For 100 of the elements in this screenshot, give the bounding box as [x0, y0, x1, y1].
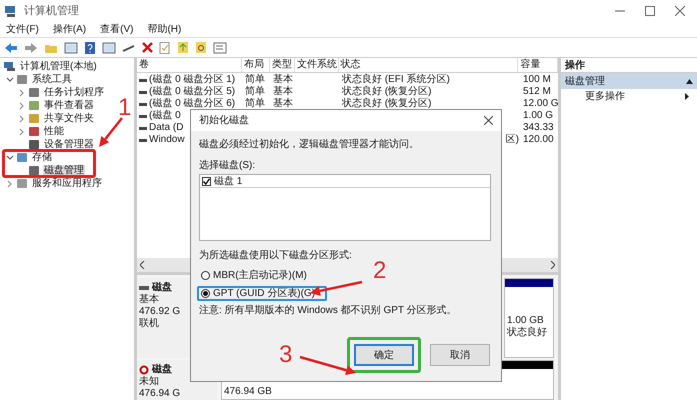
disk-warning-icon [139, 365, 149, 375]
table-cell-text: 基本 [273, 86, 293, 98]
table-cell: 基本 [273, 98, 293, 110]
window-title: 计算机管理 [24, 4, 79, 19]
chevron-right-icon[interactable] [18, 102, 26, 110]
actions-section[interactable]: 磁盘管理 [561, 73, 697, 89]
column-header[interactable]: 状态 [338, 58, 518, 72]
column-header[interactable]: 布局 [242, 58, 270, 72]
folder-search-icon[interactable] [195, 41, 207, 54]
tree-item[interactable]: 共享文件夹 [43, 112, 95, 124]
chevron-right-icon[interactable] [18, 128, 26, 136]
dialog-button[interactable]: 确定 [354, 344, 414, 366]
menu-item[interactable]: 查看(V) [100, 24, 134, 36]
volume-icon [139, 102, 147, 106]
volume-icon [139, 138, 147, 142]
tree-node-icon [28, 113, 40, 124]
table-cell: 100 M [523, 74, 551, 86]
volume-icon [139, 114, 147, 118]
properties-icon[interactable] [213, 42, 227, 54]
forward-arrow-icon[interactable] [24, 42, 38, 54]
table-cell: 简单 [245, 98, 265, 110]
check-icon [203, 178, 210, 184]
partition-status: 状态良好 [507, 327, 547, 339]
tree-item[interactable]: 设备管理器 [43, 138, 95, 150]
disk-size: 476.94 G [139, 388, 180, 400]
pane-icon[interactable] [102, 42, 116, 54]
close-icon[interactable] [484, 116, 493, 125]
step-number: 2 [373, 258, 386, 284]
table-cell: (磁盘 0 磁盘分区 5) [149, 86, 236, 98]
menu-item[interactable]: 文件(F) [6, 24, 39, 36]
scroll-right-icon[interactable] [550, 261, 555, 269]
tree-node-icon [28, 139, 40, 150]
submenu-arrow-icon [685, 92, 689, 100]
menu-item[interactable]: 帮助(H) [147, 24, 182, 36]
radio-button[interactable] [201, 289, 210, 298]
tree-item[interactable]: 计算机管理(本地) [19, 60, 98, 72]
disk-list-item[interactable]: 磁盘 1 [214, 174, 242, 188]
tree-item[interactable]: 性能 [43, 126, 65, 138]
dialog-title: 初始化磁盘 [199, 114, 249, 128]
table-cell: 512 M [523, 86, 551, 98]
pane-icon[interactable] [64, 42, 78, 54]
select-disk-label: 选择磁盘(S): [199, 160, 256, 172]
tree-node-icon [16, 178, 28, 189]
maximize-icon[interactable] [645, 6, 655, 16]
tree-item[interactable]: 存储 [31, 152, 53, 164]
column-header[interactable]: 卷 [137, 58, 242, 72]
volume-icon [139, 78, 147, 82]
dialog-button[interactable]: 取消 [430, 344, 490, 366]
radio-label[interactable]: MBR(主启动记录)(M) [213, 268, 307, 283]
menu-item[interactable]: 操作(A) [52, 24, 86, 36]
computer-icon [4, 4, 18, 18]
table-cell-text: 简单 [245, 86, 265, 98]
table-cell: 343.33 [523, 122, 554, 134]
chevron-down-icon[interactable] [6, 76, 14, 84]
tree-item[interactable]: 服务和应用程序 [31, 178, 103, 190]
table-cell-text: 状态良好 (EFI 系统分区) [342, 74, 450, 86]
computer-icon [4, 61, 16, 72]
close-icon[interactable] [675, 6, 685, 16]
step-number: 1 [118, 95, 132, 121]
volume-icon [139, 90, 147, 94]
table-cell: 区) [506, 134, 519, 146]
checkbox[interactable] [202, 176, 211, 186]
radio-button[interactable] [201, 271, 210, 280]
partition-size: 476.94 GB [224, 387, 272, 397]
disk-status: 联机 [139, 318, 159, 330]
help-icon[interactable] [84, 42, 96, 54]
tree-node-icon [28, 165, 40, 176]
chevron-right-icon[interactable] [6, 180, 14, 188]
column-header[interactable]: 类型 [270, 58, 295, 72]
table-cell: 120.00 [523, 134, 554, 146]
chevron-right-icon[interactable] [18, 88, 26, 96]
action-item[interactable]: 更多操作 [561, 89, 697, 103]
dialog-note: 注意: 所有早期版本的 Windows 都不识别 GPT 分区形式。 [199, 305, 458, 317]
tree-item[interactable]: 系统工具 [31, 74, 73, 86]
step-number: 3 [279, 342, 292, 368]
table-cell: Window [149, 134, 185, 146]
tree-item[interactable]: 任务计划程序 [43, 86, 105, 98]
table-cell-text: 基本 [273, 74, 293, 86]
chevron-down-icon[interactable] [6, 154, 14, 162]
tree-node-icon [16, 152, 28, 163]
column-header[interactable]: 文件系统 [294, 58, 339, 72]
chevron-right-icon[interactable] [18, 114, 26, 122]
tree-item[interactable]: 磁盘管理 [43, 164, 85, 176]
disk-name: 磁盘 [152, 364, 172, 376]
scroll-left-icon[interactable] [140, 261, 145, 269]
back-arrow-icon[interactable] [4, 42, 18, 54]
table-cell: (磁盘 0 磁盘分区 1) [149, 74, 236, 86]
column-header[interactable]: 容量 [518, 58, 558, 72]
table-cell: (磁盘 0 磁盘分区 6) [149, 98, 236, 110]
disk-list[interactable]: 磁盘 1 [199, 174, 491, 241]
table-cell: 1.00 G [523, 110, 554, 122]
tree-item[interactable]: 事件查看器 [43, 100, 95, 112]
delete-icon[interactable] [142, 42, 153, 53]
folder-arrow-icon[interactable] [177, 41, 189, 54]
disk-type: 基本 [139, 294, 159, 306]
collapse-icon [686, 78, 693, 84]
checklist-icon[interactable] [159, 42, 171, 54]
partition-style-label: 为所选磁盘使用以下磁盘分区形式: [199, 250, 353, 262]
partition-size: 1.00 GB [507, 315, 544, 326]
table-cell: 12.00 G [523, 98, 559, 110]
